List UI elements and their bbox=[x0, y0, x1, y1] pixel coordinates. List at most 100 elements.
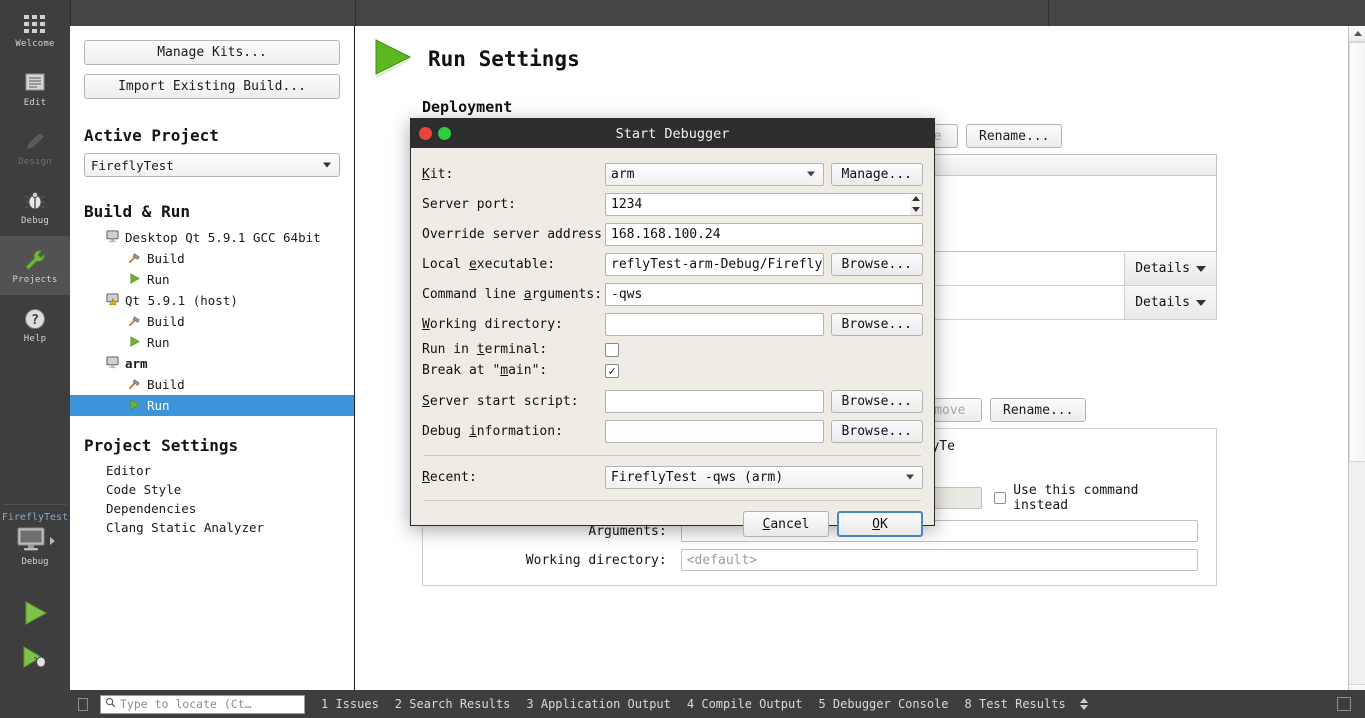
output-tab-search-results[interactable]: 2 Search Results bbox=[395, 697, 511, 711]
settings-item-dependencies[interactable]: Dependencies bbox=[84, 499, 340, 518]
manage-kits-button[interactable]: Manage Kits... bbox=[84, 40, 340, 65]
scrollbar-thumb[interactable] bbox=[1349, 42, 1365, 462]
dialog-row-run-in-terminal: Run in terminal: bbox=[422, 339, 923, 360]
run-button[interactable] bbox=[0, 592, 70, 638]
caret-up-icon bbox=[912, 196, 920, 202]
search-input[interactable]: Type to locate (Ct… bbox=[100, 694, 305, 714]
qt-creator-window: Welcome Edit Design Debug Projects ? Hel… bbox=[0, 0, 1365, 718]
dialog-row-break-at-main: Break at "main": ✓ bbox=[422, 360, 923, 381]
ok-button[interactable]: OK bbox=[837, 511, 923, 537]
settings-item-clang-static-analyzer[interactable]: Clang Static Analyzer bbox=[84, 518, 340, 537]
play-icon bbox=[128, 335, 141, 351]
mode-help[interactable]: ? Help bbox=[0, 295, 70, 354]
tree-item-build[interactable]: Build bbox=[84, 248, 340, 269]
tree-item-build[interactable]: Build bbox=[84, 311, 340, 332]
tree-item-run[interactable]: Run bbox=[84, 269, 340, 290]
server-start-script-browse-button[interactable]: Browse... bbox=[830, 389, 923, 413]
chevron-down-icon bbox=[1196, 299, 1206, 306]
vertical-scrollbar[interactable] bbox=[1348, 26, 1365, 700]
document-icon bbox=[23, 70, 47, 96]
status-bar: Type to locate (Ct… 1 Issues 2 Search Re… bbox=[0, 690, 1365, 718]
output-pane-navigate[interactable] bbox=[1079, 698, 1088, 710]
output-pane-toggle[interactable] bbox=[78, 697, 88, 711]
server-port-input[interactable]: 1234 bbox=[605, 192, 910, 216]
use-this-command-checkbox[interactable] bbox=[994, 492, 1007, 504]
mode-edit[interactable]: Edit bbox=[0, 59, 70, 118]
tree-item-kit[interactable]: arm bbox=[84, 353, 340, 374]
local-executable-input[interactable]: reflyTest-arm-Debug/FireflyTest bbox=[605, 252, 824, 276]
settings-item-editor[interactable]: Editor bbox=[84, 461, 340, 480]
recent-combo[interactable]: FireflyTest -qws (arm) bbox=[605, 465, 923, 489]
dialog-footer: Cancel OK bbox=[411, 507, 934, 537]
working-directory-input[interactable] bbox=[605, 312, 824, 336]
run-rename-button[interactable]: Rename... bbox=[990, 398, 1087, 422]
output-tab-debugger-console[interactable]: 5 Debugger Console bbox=[818, 697, 948, 711]
tree-item-kit[interactable]: ! Qt 5.9.1 (host) bbox=[84, 290, 340, 311]
mode-label: Edit bbox=[23, 97, 47, 108]
run-in-terminal-checkbox[interactable] bbox=[605, 342, 619, 357]
tree-item-run[interactable]: Run bbox=[84, 332, 340, 353]
details-button[interactable]: Details bbox=[1124, 252, 1216, 285]
build-run-heading: Build & Run bbox=[84, 202, 190, 221]
debug-button[interactable] bbox=[0, 636, 70, 682]
hammer-icon bbox=[128, 377, 141, 393]
tree-item-kit[interactable]: Desktop Qt 5.9.1 GCC 64bit bbox=[84, 227, 340, 248]
working-directory-label: Working directory: bbox=[525, 552, 667, 568]
mode-welcome[interactable]: Welcome bbox=[0, 0, 70, 59]
override-server-address-input[interactable]: 168.168.100.24 bbox=[605, 222, 923, 246]
mode-debug[interactable]: Debug bbox=[0, 177, 70, 236]
play-icon bbox=[366, 34, 414, 84]
server-port-stepper[interactable] bbox=[910, 192, 923, 216]
project-name: FireflyTest bbox=[1, 512, 69, 523]
command-line-arguments-label: Command line arguments: bbox=[422, 286, 603, 302]
monitor-icon bbox=[15, 526, 47, 556]
details-button[interactable]: Details bbox=[1124, 286, 1216, 319]
hammer-icon bbox=[128, 314, 141, 330]
output-tab-issues[interactable]: 1 Issues bbox=[321, 697, 379, 711]
output-tab-test-results[interactable]: 8 Test Results bbox=[965, 697, 1066, 711]
dialog-row-kit: Kit: arm Manage... bbox=[422, 159, 923, 189]
dialog-titlebar[interactable]: Start Debugger bbox=[411, 119, 934, 148]
top-strip bbox=[70, 0, 1365, 26]
play-icon bbox=[128, 272, 141, 288]
mode-projects[interactable]: Projects bbox=[0, 236, 70, 295]
import-existing-build-button[interactable]: Import Existing Build... bbox=[84, 74, 340, 99]
output-tab-compile-output[interactable]: 4 Compile Output bbox=[687, 697, 803, 711]
play-icon bbox=[128, 398, 141, 414]
output-pane-maximize-button[interactable] bbox=[1337, 697, 1351, 711]
scroll-up-button[interactable] bbox=[1349, 26, 1365, 42]
deployment-heading: Deployment bbox=[422, 98, 513, 116]
working-directory-input[interactable]: <default> bbox=[680, 549, 1198, 571]
dialog-row-server-start-script: Server start script: Browse... bbox=[422, 386, 923, 416]
cancel-button[interactable]: Cancel bbox=[743, 511, 829, 537]
chevron-down-icon bbox=[1196, 265, 1206, 272]
pencil-icon bbox=[23, 129, 47, 155]
output-tab-application-output[interactable]: 3 Application Output bbox=[526, 697, 671, 711]
tree-item-label: arm bbox=[125, 356, 148, 371]
mode-label: Welcome bbox=[15, 38, 55, 49]
tree-item-label: Build bbox=[147, 377, 185, 392]
local-executable-browse-button[interactable]: Browse... bbox=[830, 252, 923, 276]
kit-combo[interactable]: arm bbox=[605, 162, 824, 186]
deployment-rename-button[interactable]: Rename... bbox=[966, 124, 1063, 148]
project-kit-selector[interactable]: FireflyTest Debug bbox=[0, 512, 70, 567]
active-project-combo[interactable]: FireflyTest bbox=[84, 153, 340, 177]
debug-information-label: Debug information: bbox=[422, 423, 563, 439]
debug-information-input[interactable] bbox=[605, 419, 824, 443]
settings-item-code-style[interactable]: Code Style bbox=[84, 480, 340, 499]
server-start-script-input[interactable] bbox=[605, 389, 824, 413]
kit-value: arm bbox=[611, 166, 635, 182]
manage-kits-button[interactable]: Manage... bbox=[830, 162, 923, 186]
break-at-main-checkbox[interactable]: ✓ bbox=[605, 363, 619, 378]
command-line-arguments-input[interactable]: -qws bbox=[605, 282, 923, 306]
working-directory-browse-button[interactable]: Browse... bbox=[830, 312, 923, 336]
debug-information-browse-button[interactable]: Browse... bbox=[830, 419, 923, 443]
recent-value: FireflyTest -qws (arm) bbox=[611, 469, 784, 485]
use-this-command-label: Use this command instead bbox=[1013, 483, 1139, 513]
working-directory-row: Working directory: <default> bbox=[441, 549, 1198, 571]
tree-item-build[interactable]: Build bbox=[84, 374, 340, 395]
details-label: Details bbox=[1135, 261, 1190, 276]
dialog-row-working-directory: Working directory: Browse... bbox=[422, 309, 923, 339]
divider bbox=[424, 500, 921, 501]
tree-item-run-selected[interactable]: Run bbox=[70, 395, 354, 416]
